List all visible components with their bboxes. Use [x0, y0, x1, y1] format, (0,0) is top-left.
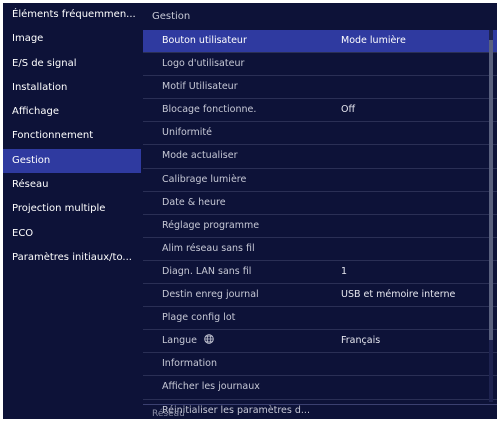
setting-label: Destin enreg journal — [162, 289, 259, 301]
scrollbar[interactable] — [489, 30, 493, 402]
setting-information[interactable]: Information — [143, 352, 497, 375]
setting-user-logo[interactable]: Logo d'utilisateur — [143, 52, 497, 75]
setting-light-calibration[interactable]: Calibrage lumière — [143, 167, 497, 191]
sidebar: Éléments fréquemmen... Image E/S de sign… — [3, 3, 141, 419]
setting-user-button[interactable]: Bouton utilisateur Mode lumière — [143, 30, 497, 53]
sidebar-item-image[interactable]: Image — [3, 27, 141, 51]
sidebar-item-signal-io[interactable]: E/S de signal — [3, 52, 141, 76]
setting-value: Off — [341, 104, 356, 116]
setting-label: Date & heure — [162, 196, 226, 208]
setting-label: Alim réseau sans fil — [162, 242, 255, 254]
setting-wireless-power[interactable]: Alim réseau sans fil — [143, 236, 497, 260]
setting-label: Bouton utilisateur — [162, 35, 247, 46]
setting-value: Français — [341, 335, 381, 347]
setting-language[interactable]: Langue Français — [143, 329, 497, 352]
setting-control-lock[interactable]: Blocage fonctionne. Off — [143, 98, 497, 121]
setting-label: Logo d'utilisateur — [162, 58, 245, 70]
setting-label: Uniformité — [162, 127, 212, 139]
setting-label: Information — [162, 358, 217, 370]
sidebar-item-management[interactable]: Gestion — [3, 148, 141, 174]
sidebar-item-operation[interactable]: Fonctionnement — [3, 124, 141, 148]
setting-value: Mode lumière — [341, 35, 406, 46]
projector-menu: Éléments fréquemmen... Image E/S de sign… — [3, 3, 497, 419]
sidebar-item-multi-projection[interactable]: Projection multiple — [3, 197, 141, 221]
setting-batch-range[interactable]: Plage config lot — [143, 306, 497, 329]
settings-list: Bouton utilisateur Mode lumière Logo d'u… — [143, 30, 497, 419]
sidebar-item-frequent[interactable]: Éléments fréquemmen... — [3, 3, 141, 27]
sidebar-item-display[interactable]: Affichage — [3, 100, 141, 124]
scrollbar-thumb[interactable] — [489, 40, 493, 340]
setting-schedule[interactable]: Réglage programme — [143, 213, 497, 237]
setting-value: USB et mémoire interne — [341, 289, 456, 301]
language-label-text: Langue — [162, 335, 198, 347]
setting-user-pattern[interactable]: Motif Utilisateur — [143, 75, 497, 98]
section-title: Gestion — [152, 11, 191, 22]
setting-date-time[interactable]: Date & heure — [143, 190, 497, 214]
setting-label: Réglage programme — [162, 219, 260, 231]
setting-label: Calibrage lumière — [162, 173, 247, 185]
setting-label: Mode actualiser — [162, 150, 238, 162]
setting-label: Plage config lot — [162, 312, 236, 324]
setting-log-destination[interactable]: Destin enreg journal USB et mémoire inte… — [143, 283, 497, 306]
setting-refresh-mode[interactable]: Mode actualiser — [143, 144, 497, 167]
setting-value: 1 — [341, 265, 348, 277]
setting-label: Motif Utilisateur — [162, 81, 238, 93]
sidebar-item-initial-settings[interactable]: Paramètres initiaux/to... — [3, 246, 141, 270]
next-section-header[interactable]: Réseau — [143, 404, 497, 419]
setting-uniformity[interactable]: Uniformité — [143, 121, 497, 144]
sidebar-item-network[interactable]: Réseau — [3, 173, 141, 197]
setting-label: Langue — [162, 330, 214, 352]
setting-label: Afficher les journaux — [162, 381, 260, 393]
setting-show-logs[interactable]: Afficher les journaux — [143, 375, 497, 398]
setting-wireless-diagnostics[interactable]: Diagn. LAN sans fil 1 — [143, 259, 497, 283]
settings-panel: Gestion Bouton utilisateur Mode lumière … — [143, 3, 497, 419]
sidebar-item-eco[interactable]: ECO — [3, 222, 141, 246]
globe-icon — [204, 334, 214, 344]
sidebar-item-installation[interactable]: Installation — [3, 76, 141, 100]
setting-label: Blocage fonctionne. — [162, 104, 257, 116]
setting-label: Diagn. LAN sans fil — [162, 265, 252, 277]
